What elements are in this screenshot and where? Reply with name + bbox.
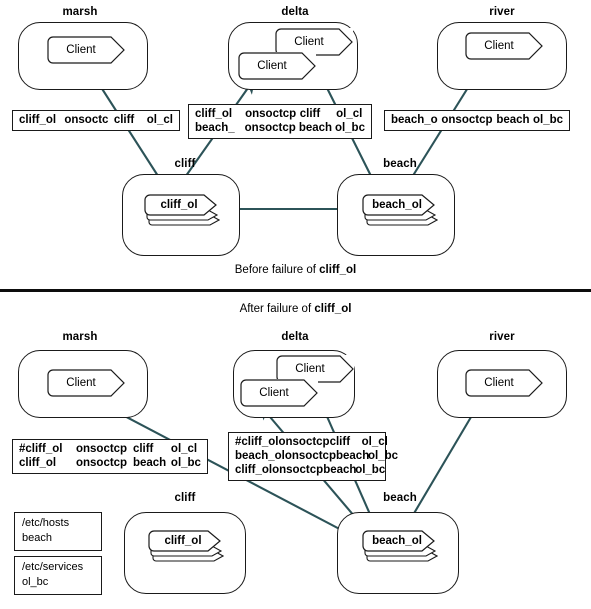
client-marsh-before: Client: [47, 36, 125, 64]
cell-hostname: beach: [335, 450, 370, 462]
cell-nettype: onsoctcp: [441, 114, 493, 126]
cell-hostname: cliff: [132, 443, 154, 455]
cell-dbservername: beach_: [195, 122, 235, 134]
server-cliff-ol-before: cliff_ol: [144, 194, 220, 228]
cell-hostname: cliff: [113, 114, 135, 126]
host-label-cliff-before: cliff: [174, 158, 196, 170]
caption-emphasis: cliff_ol: [314, 303, 352, 315]
client-delta-lower-after: Client: [240, 379, 318, 407]
client-label: Client: [259, 387, 289, 399]
host-label-river-after: river: [489, 331, 515, 343]
client-river-after: Client: [465, 369, 543, 397]
cell-servicename: ol_bc: [170, 457, 201, 469]
host-label-beach-before: beach: [383, 158, 417, 170]
table-row: #cliff_ol onsoctcp cliff ol_cl: [19, 442, 201, 456]
etc-hosts-line1: /etc/hosts: [22, 517, 70, 529]
cell-hostname: cliff: [329, 436, 351, 448]
caption-after: After failure of cliff_ol: [0, 303, 591, 315]
table-row: cliff_ol onsoctcp cliff ol_cl: [195, 107, 365, 121]
host-label-river-before: river: [489, 6, 515, 18]
cell-dbservername: cliff_ol: [19, 457, 57, 469]
caption-text: Before failure of: [234, 264, 320, 276]
cell-servicename: ol_cl: [146, 114, 173, 126]
server-cliff-ol-after: cliff_ol: [148, 530, 224, 564]
sqlhosts-river-before: beach_o onsoctcp beach ol_bc: [384, 110, 572, 133]
cell-hostname: beach: [496, 114, 530, 126]
cell-hostname: beach: [298, 122, 333, 134]
client-label: Client: [66, 377, 96, 389]
cell-dbservername: cliff_ol: [195, 108, 233, 120]
caption-text: After failure of: [239, 303, 315, 315]
client-label: Client: [484, 377, 514, 389]
sqlhosts-delta-after: #cliff_ol onsoctcp cliff ol_cl beach_ol …: [228, 432, 398, 483]
host-label-delta-after: delta: [281, 331, 309, 343]
etc-services-line2: ol_bc: [22, 576, 49, 588]
server-beach-ol-after: beach_ol: [362, 530, 438, 564]
diagram-canvas: marsh Client delta Client Client river C…: [0, 0, 591, 609]
etc-hosts-file: /etc/hosts beach: [14, 512, 104, 553]
cell-nettype: onsoctcp: [284, 450, 336, 462]
client-label: Client: [257, 60, 287, 72]
table-row: beach_ol onsoctcp beach ol_bc: [235, 449, 398, 463]
cell-nettype: onsoctcp: [244, 122, 296, 134]
etc-hosts-line2: beach: [22, 532, 52, 544]
client-delta-lower-before: Client: [238, 52, 316, 80]
cell-nettype: onsoctcp: [278, 436, 330, 448]
server-label: beach_ol: [372, 198, 422, 211]
etc-services-line1: /etc/services: [22, 561, 84, 573]
client-marsh-after: Client: [47, 369, 125, 397]
cell-nettype: onsoctcp: [245, 108, 297, 120]
cell-dbservername: cliff_ol: [19, 114, 57, 126]
host-label-marsh-before: marsh: [62, 6, 98, 18]
table-row: cliff_ol onsoctcp beach ol_bc: [235, 463, 385, 477]
cell-servicename: ol_bc: [367, 450, 399, 462]
table-row: cliff_ol onsoctcp beach ol_bc: [19, 456, 201, 470]
caption-before: Before failure of cliff_ol: [0, 264, 591, 276]
table-row: beach_ onsoctcp beach ol_bc: [195, 121, 365, 135]
server-label: cliff_ol: [164, 534, 202, 547]
cell-servicename: ol_cl: [170, 443, 198, 455]
client-label: Client: [66, 44, 96, 56]
cell-nettype: onsoctcp: [75, 443, 128, 455]
client-label: Client: [484, 40, 514, 52]
table-row: beach_o onsoctcp beach ol_bc: [391, 113, 563, 127]
cell-hostname: beach: [132, 457, 167, 469]
server-beach-ol-before: beach_ol: [362, 194, 438, 228]
section-divider: [0, 289, 591, 292]
cell-servicename: ol_cl: [361, 436, 388, 448]
cell-nettype: onsoctc: [64, 114, 109, 126]
host-label-delta-before: delta: [281, 6, 309, 18]
host-label-cliff-after: cliff: [174, 492, 196, 504]
cell-servicename: ol_bc: [334, 122, 365, 134]
cell-hostname: beach: [323, 464, 357, 476]
cell-dbservername: #cliff_ol: [235, 436, 279, 448]
cell-dbservername: cliff_ol: [235, 464, 273, 476]
table-row: cliff_ol onsoctc cliff ol_cl: [19, 113, 173, 127]
cell-dbservername: beach_ol: [235, 450, 285, 462]
host-label-beach-after: beach: [383, 492, 417, 504]
etc-services-file: /etc/services ol_bc: [14, 556, 104, 597]
cell-servicename: ol_bc: [355, 464, 386, 476]
sqlhosts-marsh-before: cliff_ol onsoctc cliff ol_cl: [12, 110, 182, 133]
cell-servicename: ol_cl: [336, 108, 363, 120]
cell-nettype: onsoctcp: [272, 464, 324, 476]
cell-hostname: cliff: [299, 108, 321, 120]
caption-emphasis: cliff_ol: [319, 264, 357, 276]
table-row: #cliff_ol onsoctcp cliff ol_cl: [235, 435, 388, 449]
server-label: cliff_ol: [160, 198, 198, 211]
sqlhosts-delta-before: cliff_ol onsoctcp cliff ol_cl beach_ ons…: [188, 104, 374, 141]
host-label-marsh-after: marsh: [62, 331, 98, 343]
server-label: beach_ol: [372, 534, 422, 547]
cell-dbservername: #cliff_ol: [19, 443, 63, 455]
cell-servicename: ol_bc: [532, 114, 564, 126]
client-river-before: Client: [465, 32, 543, 60]
cell-nettype: onsoctcp: [75, 457, 128, 469]
sqlhosts-marsh-after: #cliff_ol onsoctcp cliff ol_cl cliff_ol …: [12, 439, 210, 476]
cell-dbservername: beach_o: [391, 114, 438, 126]
